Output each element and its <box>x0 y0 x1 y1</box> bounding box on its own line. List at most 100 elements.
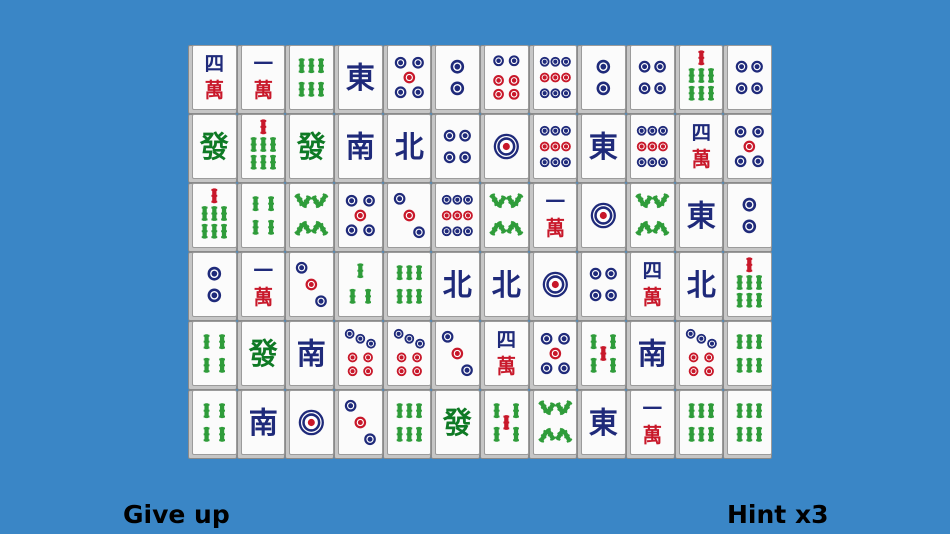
mahjong-tile[interactable] <box>479 390 529 459</box>
mahjong-tile[interactable] <box>382 45 432 114</box>
mahjong-tile[interactable] <box>431 114 480 183</box>
tile-face <box>337 183 383 248</box>
mahjong-tile[interactable] <box>333 390 383 459</box>
mahjong-tile[interactable] <box>723 390 772 459</box>
hint-button[interactable]: Hint x3 <box>727 498 828 532</box>
mahjong-tile[interactable] <box>431 321 480 390</box>
mahjong-tile[interactable] <box>382 390 432 459</box>
tile-face <box>435 183 480 248</box>
mahjong-tile[interactable] <box>188 252 237 321</box>
mahjong-tile[interactable] <box>236 114 286 183</box>
mahjong-tile[interactable] <box>577 252 626 321</box>
mahjong-tile[interactable] <box>285 183 334 252</box>
mahjong-tile[interactable] <box>723 321 772 390</box>
mahjong-tile[interactable] <box>236 183 286 252</box>
mahjong-tile[interactable]: 東 <box>577 390 626 459</box>
mahjong-tile[interactable]: 一萬 <box>528 183 578 252</box>
mahjong-tile[interactable]: 南 <box>236 390 286 459</box>
tile-south-icon: 南 <box>248 405 277 440</box>
mahjong-tile[interactable] <box>479 114 529 183</box>
mahjong-tile[interactable] <box>528 114 578 183</box>
mahjong-tile[interactable] <box>625 114 675 183</box>
mahjong-tile[interactable]: 四萬 <box>674 114 724 183</box>
mahjong-tile[interactable] <box>528 321 578 390</box>
mahjong-tile[interactable] <box>723 252 772 321</box>
mahjong-tile[interactable]: 東 <box>577 114 626 183</box>
tile-face <box>337 390 383 455</box>
mahjong-tile[interactable]: 四萬 <box>625 252 675 321</box>
mahjong-tile[interactable] <box>285 390 334 459</box>
mahjong-tile[interactable]: 東 <box>333 45 383 114</box>
mahjong-tile[interactable]: 發 <box>188 114 237 183</box>
tile-7dot-icon <box>344 328 376 377</box>
tile-4wan-icon: 四萬 <box>643 259 662 309</box>
mahjong-tile[interactable]: 南 <box>285 321 334 390</box>
tile-face <box>386 183 432 248</box>
mahjong-tile[interactable] <box>431 183 480 252</box>
tile-4bam-icon <box>203 403 225 442</box>
mahjong-tile[interactable] <box>479 183 529 252</box>
mahjong-tile[interactable] <box>577 183 626 252</box>
tile-face: 南 <box>629 321 675 386</box>
mahjong-tile[interactable]: 北 <box>431 252 480 321</box>
mahjong-tile[interactable]: 發 <box>431 390 480 459</box>
tile-face <box>386 321 432 386</box>
mahjong-tile[interactable]: 發 <box>285 114 334 183</box>
mahjong-tile[interactable]: 四萬 <box>188 45 237 114</box>
mahjong-tile[interactable] <box>528 252 578 321</box>
mahjong-tile[interactable] <box>188 390 237 459</box>
svg-text:南: 南 <box>638 336 667 371</box>
mahjong-tile[interactable]: 四萬 <box>479 321 529 390</box>
mahjong-tile[interactable] <box>285 45 334 114</box>
mahjong-tile[interactable] <box>625 183 675 252</box>
mahjong-tile[interactable] <box>528 45 578 114</box>
tile-face <box>532 114 578 179</box>
mahjong-tile[interactable] <box>382 252 432 321</box>
mahjong-tile[interactable] <box>723 114 772 183</box>
mahjong-tile[interactable]: 一萬 <box>236 252 286 321</box>
mahjong-tile[interactable]: 北 <box>479 252 529 321</box>
give-up-button[interactable]: Give up <box>123 498 230 532</box>
tile-north-icon: 北 <box>492 267 522 302</box>
mahjong-tile[interactable] <box>674 321 724 390</box>
mahjong-tile[interactable] <box>674 45 724 114</box>
mahjong-tile[interactable] <box>528 390 578 459</box>
mahjong-tile[interactable] <box>188 183 237 252</box>
svg-text:萬: 萬 <box>497 355 516 378</box>
mahjong-tile[interactable] <box>577 45 626 114</box>
tile-1dot-icon <box>542 271 568 298</box>
mahjong-tile[interactable] <box>723 45 772 114</box>
tile-6bam-icon <box>736 334 763 373</box>
mahjong-tile[interactable] <box>674 390 724 459</box>
tile-face <box>678 390 724 455</box>
mahjong-tile[interactable] <box>333 252 383 321</box>
mahjong-tile[interactable] <box>382 321 432 390</box>
mahjong-tile[interactable] <box>431 45 480 114</box>
mahjong-tile[interactable]: 南 <box>625 321 675 390</box>
svg-text:北: 北 <box>443 267 473 302</box>
svg-text:萬: 萬 <box>691 148 710 171</box>
tile-4bam-icon <box>203 334 225 373</box>
mahjong-tile[interactable] <box>333 321 383 390</box>
mahjong-tile[interactable] <box>285 252 334 321</box>
tile-face: 一萬 <box>629 390 675 455</box>
tile-4dot-icon <box>638 60 666 95</box>
mahjong-tile[interactable] <box>333 183 383 252</box>
mahjong-tile[interactable]: 北 <box>674 252 724 321</box>
mahjong-tile[interactable]: 一萬 <box>625 390 675 459</box>
mahjong-tile[interactable] <box>382 183 432 252</box>
mahjong-tile[interactable] <box>577 321 626 390</box>
mahjong-tile[interactable]: 一萬 <box>236 45 286 114</box>
mahjong-tile[interactable]: 東 <box>674 183 724 252</box>
mahjong-tile[interactable]: 發 <box>236 321 286 390</box>
tile-3dot-icon <box>442 330 474 377</box>
mahjong-tile[interactable] <box>625 45 675 114</box>
mahjong-tile[interactable] <box>188 321 237 390</box>
mahjong-tile[interactable]: 南 <box>333 114 383 183</box>
mahjong-tile[interactable] <box>479 45 529 114</box>
mahjong-tile[interactable]: 北 <box>382 114 432 183</box>
tile-face <box>386 252 432 317</box>
tile-face <box>581 321 626 386</box>
mahjong-tile[interactable] <box>723 183 772 252</box>
tile-3dot-icon <box>344 399 376 446</box>
